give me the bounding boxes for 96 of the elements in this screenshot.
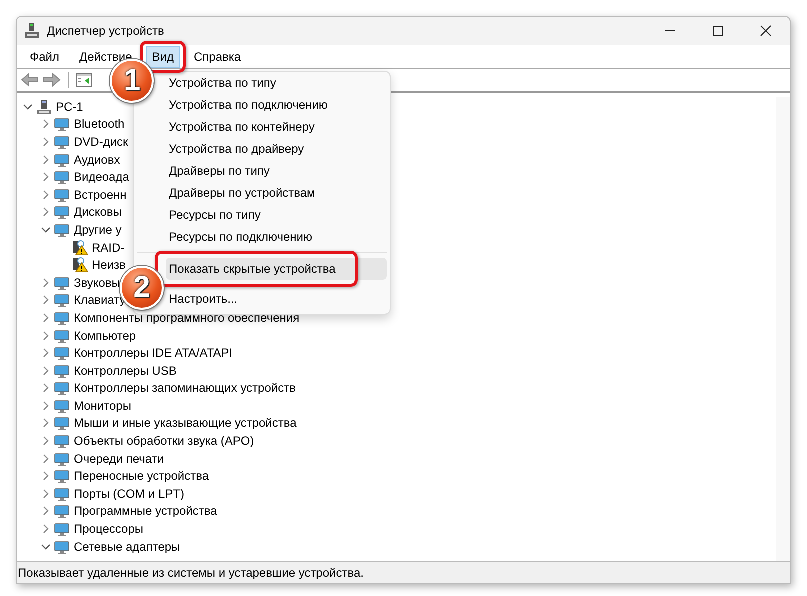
tree-item[interactable]: Звуковы — [74, 274, 120, 291]
tree-item[interactable]: Контроллеры USB — [74, 362, 177, 379]
tree-item[interactable]: Клавиату — [74, 292, 126, 308]
tree-item[interactable]: Процессоры — [74, 521, 144, 538]
menu-item[interactable]: Устройства по типу — [166, 72, 387, 94]
tree-item[interactable]: Видеоада — [74, 169, 130, 186]
menu-bar-item[interactable]: Вид — [146, 46, 180, 68]
tree-item[interactable]: PC-1 — [56, 98, 84, 115]
chevron-right-icon[interactable] — [41, 436, 51, 446]
tree-item[interactable]: Встроенн — [74, 186, 127, 203]
chevron-right-icon[interactable] — [41, 454, 51, 464]
computer-icon — [36, 98, 52, 115]
tree-item[interactable]: DVD-диск — [74, 134, 128, 150]
menu-bar-item[interactable]: Файл — [24, 46, 66, 68]
device-icon — [54, 503, 70, 520]
device-icon — [54, 328, 70, 344]
scrollbar[interactable] — [776, 97, 790, 561]
device-icon — [54, 292, 70, 308]
tree-item[interactable]: Дисковы — [74, 204, 122, 220]
menu-bar-item[interactable]: Справка — [188, 46, 248, 68]
tree-item[interactable]: Аудиовх — [74, 152, 120, 168]
chevron-right-icon[interactable] — [41, 119, 51, 130]
chevron-right-icon[interactable] — [41, 383, 51, 394]
chevron-down-icon[interactable] — [41, 542, 51, 552]
chevron-right-icon[interactable] — [41, 207, 51, 218]
device-icon — [54, 415, 70, 432]
chevron-right-icon[interactable] — [41, 172, 51, 182]
device-icon — [54, 274, 70, 291]
device-icon — [54, 222, 70, 238]
window-title: Диспетчер устройств — [47, 24, 166, 38]
chevron-right-icon[interactable] — [41, 524, 51, 534]
device-icon — [54, 538, 70, 555]
tree-item[interactable]: Программные устройства — [74, 503, 218, 520]
device-icon — [54, 186, 70, 203]
maximize-icon[interactable] — [712, 25, 724, 37]
chevron-right-icon[interactable] — [41, 488, 51, 499]
chevron-right-icon[interactable] — [41, 348, 51, 358]
chevron-right-icon[interactable] — [41, 330, 51, 341]
menu-item[interactable]: Настроить... — [166, 288, 387, 310]
tree-item[interactable]: Неизв — [92, 257, 126, 274]
menu-item[interactable]: Ресурсы по типу — [166, 204, 387, 226]
device-icon — [54, 362, 70, 379]
device-icon — [54, 433, 70, 450]
back-arrow-icon[interactable] — [21, 72, 39, 88]
chevron-right-icon[interactable] — [41, 136, 51, 147]
forward-arrow-icon[interactable] — [43, 72, 61, 88]
chevron-right-icon[interactable] — [41, 400, 51, 411]
chevron-right-icon[interactable] — [41, 295, 51, 306]
device-icon — [54, 486, 70, 502]
device-icon — [54, 398, 70, 414]
device-icon — [54, 134, 70, 150]
device-icon — [54, 345, 70, 362]
device-icon — [54, 468, 70, 484]
menu-item[interactable]: Драйверы по типу — [166, 160, 387, 182]
menu-item[interactable]: Показать скрытые устройства — [166, 258, 387, 280]
device-icon — [54, 116, 70, 132]
device-icon — [54, 450, 70, 467]
menu-item[interactable]: Ресурсы по подключению — [166, 226, 387, 248]
tree-item[interactable]: Контроллеры запоминающих устройств — [74, 380, 296, 396]
tree-item[interactable]: Объекты обработки звука (APO) — [74, 433, 254, 450]
chevron-down-icon[interactable] — [41, 224, 51, 235]
menu-item[interactable]: Устройства по контейнеру — [166, 116, 387, 138]
tree-item[interactable]: Другие у — [74, 222, 122, 238]
tree-item[interactable]: Компоненты программного обеспечения — [74, 310, 300, 326]
tree-item[interactable]: RAID- — [92, 240, 125, 256]
chevron-right-icon[interactable] — [41, 312, 51, 323]
chevron-right-icon[interactable] — [41, 471, 51, 482]
tree-item[interactable]: Контроллеры IDE ATA/ATAPI — [74, 345, 233, 362]
close-icon[interactable] — [760, 25, 772, 37]
chevron-right-icon[interactable] — [41, 278, 51, 288]
tree-item[interactable]: Порты (COM и LPT) — [74, 486, 185, 502]
tree-item[interactable]: Bluetooth — [74, 116, 125, 132]
chevron-right-icon[interactable] — [41, 190, 51, 200]
status-text: Показывает удаленные из системы и устаревшие устройства. — [18, 566, 364, 580]
chevron-right-icon[interactable] — [41, 418, 51, 428]
device-icon — [54, 310, 70, 326]
chevron-right-icon[interactable] — [41, 154, 51, 165]
device-manager-icon — [25, 23, 39, 39]
device-icon — [54, 169, 70, 186]
tree-item[interactable]: Сетевые адаптеры — [74, 538, 180, 555]
chevron-down-icon[interactable] — [23, 102, 33, 112]
tree-item[interactable]: Мыши и иные указывающие устройства — [74, 415, 297, 432]
tree-item[interactable]: Компьютер — [74, 328, 136, 344]
device-icon — [54, 204, 70, 220]
menu-item[interactable]: Устройства по подключению — [166, 94, 387, 116]
chevron-right-icon[interactable] — [41, 506, 51, 516]
properties-icon[interactable] — [76, 73, 92, 87]
tree-item[interactable]: Переносные устройства — [74, 468, 210, 484]
device-icon — [54, 152, 70, 168]
tree-item[interactable]: Мониторы — [74, 398, 132, 414]
menu-item[interactable]: Устройства по драйверу — [166, 138, 387, 160]
device-icon — [54, 521, 70, 538]
menu-item[interactable]: Драйверы по устройствам — [166, 182, 387, 204]
device-icon — [54, 380, 70, 396]
tree-item[interactable]: Очереди печати — [74, 450, 164, 467]
chevron-right-icon[interactable] — [41, 366, 51, 376]
